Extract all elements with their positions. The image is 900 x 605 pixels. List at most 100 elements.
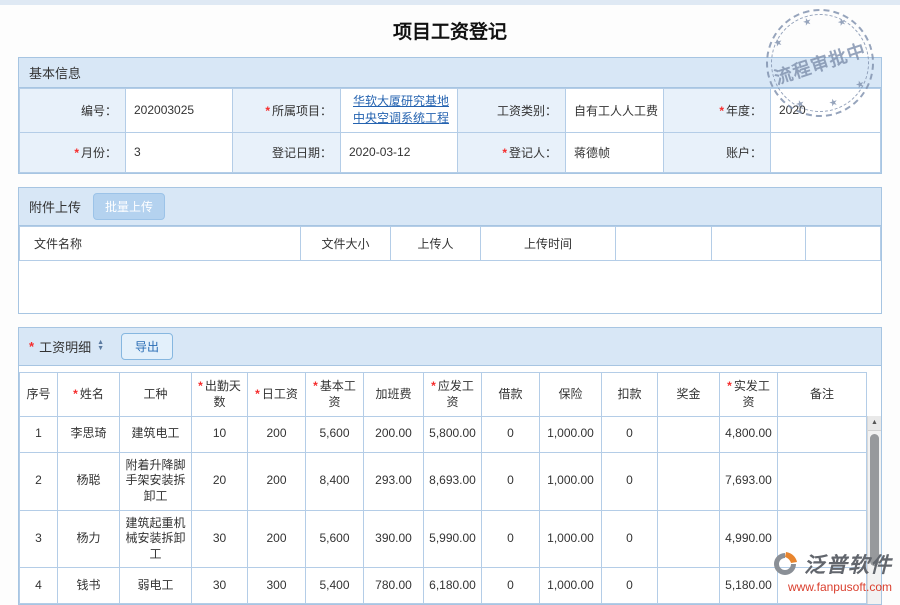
wage-cell: 0 xyxy=(602,416,658,452)
export-button[interactable]: 导出 xyxy=(121,333,173,360)
wage-cell: 10 xyxy=(192,416,248,452)
field-label: *所属项目： xyxy=(233,89,341,133)
wage-table: 序号*姓名工种*出勤天数*日工资*基本工资加班费*应发工资借款保险扣款奖金*实发… xyxy=(19,372,867,605)
field-label: *年度： xyxy=(664,89,771,133)
wage-row: 4钱书弱电工303005,400780.006,180.0001,000.000… xyxy=(20,568,867,604)
scroll-up-icon: ▲ xyxy=(871,419,878,426)
wage-cell: 0 xyxy=(482,416,540,452)
wage-cell: 2 xyxy=(20,452,58,510)
wage-cell: 5,990.00 xyxy=(424,510,482,568)
wage-cell xyxy=(778,416,867,452)
wage-table-wrap: 序号*姓名工种*出勤天数*日工资*基本工资加班费*应发工资借款保险扣款奖金*实发… xyxy=(19,372,881,605)
field-label: 工资类别： xyxy=(458,89,566,133)
sort-control[interactable]: ▲ ▼ xyxy=(97,340,104,352)
required-asterisk: * xyxy=(727,379,732,393)
attachments-column-header xyxy=(806,226,881,260)
required-asterisk: * xyxy=(198,379,203,393)
attachments-column-header xyxy=(712,226,806,260)
wage-cell: 杨聪 xyxy=(58,452,120,510)
wage-cell: 200 xyxy=(248,416,306,452)
wage-cell: 0 xyxy=(602,568,658,604)
attachments-table: 文件名称文件大小上传人上传时间 xyxy=(19,226,881,261)
wage-cell: 0 xyxy=(602,452,658,510)
wage-cell: 0 xyxy=(482,452,540,510)
wage-cell: 杨力 xyxy=(58,510,120,568)
wage-row: 3杨力建筑起重机械安装拆卸工302005,600390.005,990.0001… xyxy=(20,510,867,568)
seal-star-icon: ★ xyxy=(772,37,784,50)
wage-column-header: 工种 xyxy=(120,372,192,416)
wage-cell: 附着升降脚手架安装拆卸工 xyxy=(120,452,192,510)
field-label: 登记日期： xyxy=(233,132,341,172)
wage-cell: 30 xyxy=(192,568,248,604)
wage-cell: 5,600 xyxy=(306,510,364,568)
project-link[interactable]: 华软大厦研究基地中央空调系统工程 xyxy=(353,94,449,125)
brand-logo: 泛普软件 www.fanpusoft.com xyxy=(771,549,892,594)
wage-cell: 弱电工 xyxy=(120,568,192,604)
wage-cell: 8,400 xyxy=(306,452,364,510)
wage-column-header: *实发工资 xyxy=(720,372,778,416)
required-asterisk: * xyxy=(431,379,436,393)
basic-info-section-header: 基本信息 xyxy=(19,58,881,88)
wage-row: 1李思琦建筑电工102005,600200.005,800.0001,000.0… xyxy=(20,416,867,452)
wage-cell: 20 xyxy=(192,452,248,510)
wage-cell: 200 xyxy=(248,452,306,510)
wage-cell xyxy=(658,568,720,604)
required-asterisk: * xyxy=(255,387,260,401)
required-asterisk: * xyxy=(265,104,270,118)
wage-cell: 5,400 xyxy=(306,568,364,604)
seal-star-icon: ★ xyxy=(828,97,840,110)
page-title: 项目工资登记 xyxy=(0,5,900,57)
wage-cell: 0 xyxy=(602,510,658,568)
wage-cell: 1,000.00 xyxy=(540,416,602,452)
field-label: 编号： xyxy=(20,89,126,133)
wage-header-row: 序号*姓名工种*出勤天数*日工资*基本工资加班费*应发工资借款保险扣款奖金*实发… xyxy=(20,372,867,416)
brand-website-link[interactable]: www.fanpusoft.com xyxy=(771,580,892,594)
wage-details-panel: * 工资明细 ▲ ▼ 导出 序号*姓名工种*出勤天数*日工资*基本工资加班费*应… xyxy=(18,327,882,605)
wage-cell: 3 xyxy=(20,510,58,568)
wage-column-header: 加班费 xyxy=(364,372,424,416)
wage-section-title: 工资明细 xyxy=(39,337,91,356)
basic-info-row: *月份：3登记日期：2020-03-12*登记人：蒋德帧账户： xyxy=(20,132,881,172)
field-value: 自有工人人工费 xyxy=(566,89,664,133)
wage-cell: 200.00 xyxy=(364,416,424,452)
scrollbar-thumb[interactable] xyxy=(870,434,879,566)
wage-cell xyxy=(658,452,720,510)
required-asterisk: * xyxy=(313,379,318,393)
scrollbar-up-button[interactable]: ▲ xyxy=(868,416,881,431)
wage-cell: 5,180.00 xyxy=(720,568,778,604)
brand-name: 泛普软件 xyxy=(804,549,892,579)
wage-column-header: *日工资 xyxy=(248,372,306,416)
field-value: 蒋德帧 xyxy=(566,132,664,172)
wage-cell: 1,000.00 xyxy=(540,568,602,604)
wage-column-header: 借款 xyxy=(482,372,540,416)
brand-row: 泛普软件 xyxy=(771,549,892,579)
attachments-column-header: 上传人 xyxy=(391,226,481,260)
wage-cell xyxy=(658,416,720,452)
seal-star-icon: ★ xyxy=(801,16,813,29)
required-asterisk: * xyxy=(29,339,34,354)
wage-cell: 建筑电工 xyxy=(120,416,192,452)
wage-cell: 300 xyxy=(248,568,306,604)
attachments-column-header: 文件名称 xyxy=(20,226,301,260)
required-asterisk: * xyxy=(74,146,79,160)
required-asterisk: * xyxy=(502,146,507,160)
wage-column-header: 序号 xyxy=(20,372,58,416)
wage-cell xyxy=(778,452,867,510)
wage-column-header: *应发工资 xyxy=(424,372,482,416)
attachments-empty-area xyxy=(19,261,881,313)
wage-cell: 0 xyxy=(482,568,540,604)
attachments-column-header: 文件大小 xyxy=(301,226,391,260)
attachments-header-row: 文件名称文件大小上传人上传时间 xyxy=(20,226,881,260)
batch-upload-button[interactable]: 批量上传 xyxy=(93,193,165,220)
field-label: *月份： xyxy=(20,132,126,172)
basic-info-panel: 基本信息 编号：202003025*所属项目：华软大厦研究基地中央空调系统工程工… xyxy=(18,57,882,174)
wage-cell: 5,800.00 xyxy=(424,416,482,452)
basic-info-section-title: 基本信息 xyxy=(29,63,81,82)
wage-row: 2杨聪附着升降脚手架安装拆卸工202008,400293.008,693.000… xyxy=(20,452,867,510)
required-asterisk: * xyxy=(73,387,78,401)
wage-cell: 4 xyxy=(20,568,58,604)
wage-column-header: 扣款 xyxy=(602,372,658,416)
wage-column-header: 奖金 xyxy=(658,372,720,416)
wage-cell: 7,693.00 xyxy=(720,452,778,510)
wage-cell: 5,600 xyxy=(306,416,364,452)
